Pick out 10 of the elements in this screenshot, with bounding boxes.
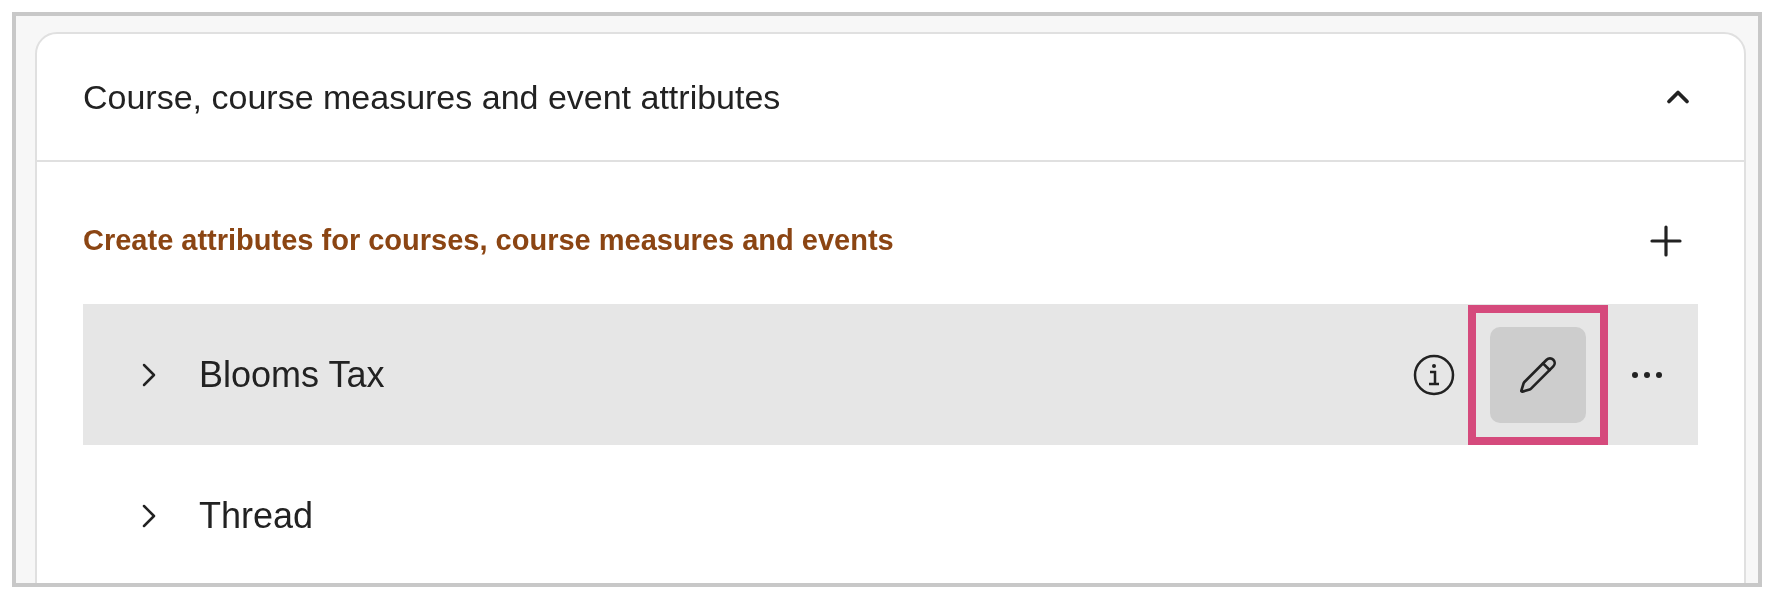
more-button[interactable] [1632, 371, 1662, 378]
info-icon[interactable] [1412, 352, 1456, 397]
pencil-icon [1518, 354, 1558, 395]
edit-button[interactable] [1490, 326, 1586, 423]
panel-title: Course, course measures and event attributes [83, 76, 781, 118]
row-label: Blooms Tax [199, 352, 385, 397]
section-heading: Create attributes for courses, course measures and events [83, 223, 894, 259]
more-icon [1632, 371, 1662, 378]
row-label: Thread [199, 493, 314, 538]
attribute-row[interactable]: Blooms Tax [83, 304, 1698, 445]
